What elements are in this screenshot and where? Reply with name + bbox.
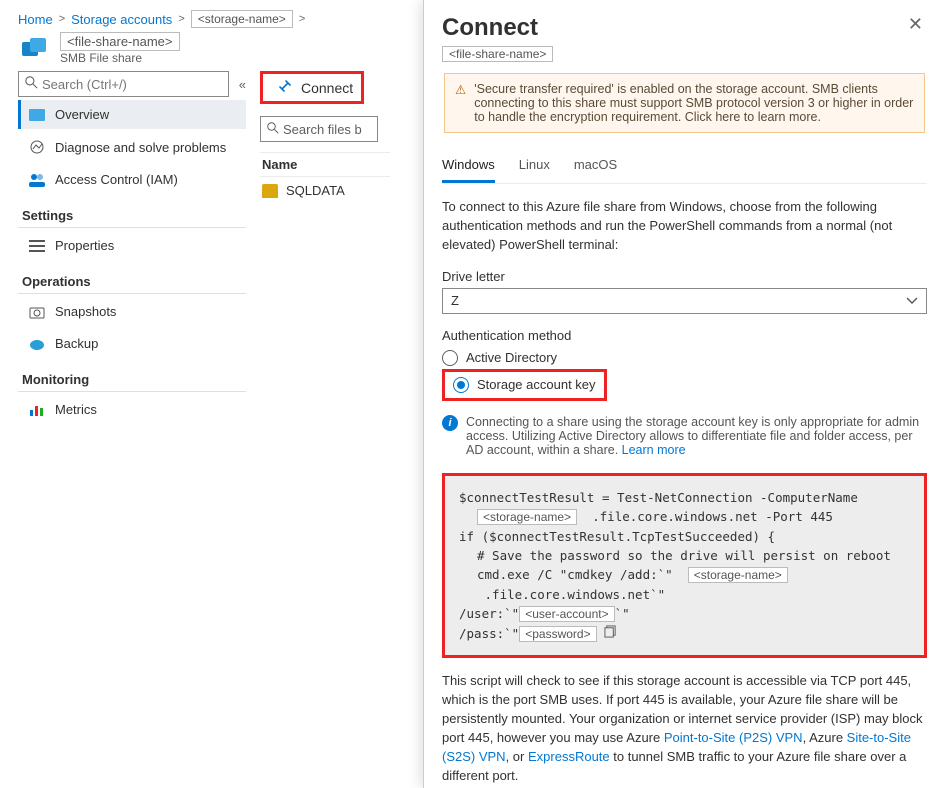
drive-letter-select[interactable]: Z [442, 288, 927, 314]
breadcrumb-storage-name[interactable]: <storage-name> [191, 10, 293, 28]
nav-metrics[interactable]: Metrics [18, 395, 246, 424]
warning-icon: ⚠ [455, 82, 466, 97]
backup-icon [29, 337, 45, 351]
chevron-down-icon [906, 293, 918, 308]
snapshots-icon [29, 305, 45, 319]
nav-overview[interactable]: Overview [18, 100, 246, 129]
connect-panel: Connect <file-share-name> ✕ ⚠ 'Secure tr… [423, 0, 945, 788]
chevron-right-icon: > [299, 13, 305, 25]
info-note: i Connecting to a share using the storag… [442, 415, 927, 457]
chevron-right-icon: > [59, 13, 65, 25]
secure-transfer-alert[interactable]: ⚠ 'Secure transfer required' is enabled … [444, 73, 925, 133]
overview-icon [29, 109, 45, 121]
file-row[interactable]: SQLDATA [260, 177, 390, 204]
panel-subtitle: <file-share-name> [442, 46, 553, 62]
link-p2s-vpn[interactable]: Point-to-Site (P2S) VPN [664, 730, 803, 745]
connect-button[interactable]: Connect [260, 71, 364, 104]
sidebar: « Overview Diagnose and solve problems A… [0, 71, 260, 434]
tab-windows[interactable]: Windows [442, 151, 495, 183]
radio-storage-account-key[interactable]: Storage account key [453, 374, 596, 396]
column-name[interactable]: Name [260, 152, 390, 177]
tab-macos[interactable]: macOS [574, 151, 617, 183]
nav-properties[interactable]: Properties [18, 231, 246, 260]
close-icon[interactable]: ✕ [904, 14, 927, 35]
copy-icon[interactable] [604, 626, 617, 641]
collapse-sidebar-icon[interactable]: « [239, 77, 246, 92]
search-input[interactable] [42, 77, 222, 92]
toolbar-and-list: Connect Search files b Name SQLDATA [260, 71, 390, 434]
connect-description: To connect to this Azure file share from… [442, 198, 927, 255]
script-explanation: This script will check to see if this st… [442, 672, 927, 788]
properties-icon [29, 239, 45, 253]
nav-access-control[interactable]: Access Control (IAM) [18, 165, 246, 194]
learn-more-link[interactable]: Learn more [622, 443, 686, 457]
drive-letter-label: Drive letter [442, 269, 927, 284]
file-share-icon [18, 33, 50, 65]
radio-icon [442, 350, 458, 366]
section-monitoring: Monitoring [18, 372, 246, 392]
breadcrumb-home[interactable]: Home [18, 12, 53, 27]
folder-icon [262, 184, 278, 198]
file-share-name: <file-share-name> [60, 32, 180, 51]
metrics-icon [29, 403, 45, 417]
breadcrumb-storage-accounts[interactable]: Storage accounts [71, 12, 172, 27]
search-files[interactable]: Search files b [260, 116, 378, 142]
radio-active-directory[interactable]: Active Directory [442, 347, 927, 369]
tab-linux[interactable]: Linux [519, 151, 550, 183]
panel-title: Connect [442, 14, 553, 42]
section-operations: Operations [18, 274, 246, 294]
connect-icon [277, 78, 293, 97]
nav-snapshots[interactable]: Snapshots [18, 297, 246, 326]
auth-method-label: Authentication method [442, 328, 927, 343]
link-expressroute[interactable]: ExpressRoute [528, 749, 610, 764]
nav-backup[interactable]: Backup [18, 329, 246, 358]
nav-diagnose[interactable]: Diagnose and solve problems [18, 132, 246, 162]
powershell-script[interactable]: $connectTestResult = Test-NetConnection … [442, 473, 927, 659]
section-settings: Settings [18, 208, 246, 228]
os-tabs: Windows Linux macOS [442, 151, 927, 184]
sidebar-search[interactable] [18, 71, 229, 97]
info-icon: i [442, 415, 458, 431]
search-icon [267, 122, 279, 137]
chevron-right-icon: > [178, 13, 184, 25]
access-control-icon [29, 173, 45, 187]
diagnose-icon [29, 139, 45, 155]
radio-icon [453, 377, 469, 393]
search-icon [25, 76, 38, 92]
